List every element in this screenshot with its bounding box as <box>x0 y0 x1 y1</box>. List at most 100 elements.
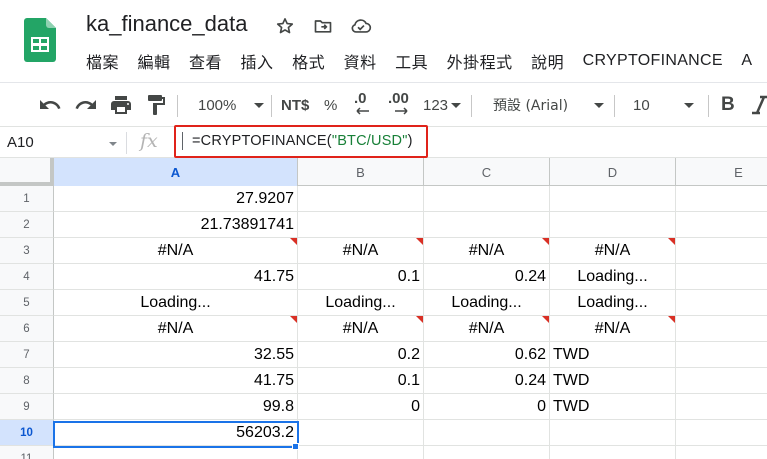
cell[interactable] <box>424 212 550 238</box>
cell[interactable] <box>424 186 550 212</box>
row-header[interactable]: 9 <box>0 394 54 420</box>
cell[interactable]: 56203.2 <box>54 420 298 446</box>
row-header[interactable]: 5 <box>0 290 54 316</box>
cell[interactable] <box>298 186 424 212</box>
error-indicator-icon[interactable] <box>542 316 549 323</box>
row-header[interactable]: 11 <box>0 446 54 459</box>
menu-addons[interactable]: 外掛程式 <box>447 49 513 73</box>
cell[interactable]: TWD <box>550 394 676 420</box>
cell[interactable] <box>676 238 767 264</box>
error-indicator-icon[interactable] <box>416 316 423 323</box>
cell[interactable] <box>550 212 676 238</box>
cell[interactable] <box>676 186 767 212</box>
cell[interactable] <box>298 420 424 446</box>
column-header-d[interactable]: D <box>550 158 676 186</box>
menu-format[interactable]: 格式 <box>292 49 325 73</box>
chevron-down-icon[interactable] <box>109 142 117 146</box>
cell[interactable]: 0.1 <box>298 264 424 290</box>
cell[interactable] <box>298 212 424 238</box>
menu-cryptofinance[interactable]: CRYPTOFINANCE <box>583 52 723 70</box>
row-header[interactable]: 10 <box>0 420 54 446</box>
bold-button[interactable]: B <box>721 91 735 119</box>
cell[interactable]: 0.1 <box>298 368 424 394</box>
cell[interactable] <box>54 446 298 459</box>
cell[interactable]: 0.62 <box>424 342 550 368</box>
print-icon[interactable] <box>109 91 133 119</box>
row-header[interactable]: 8 <box>0 368 54 394</box>
menu-view[interactable]: 查看 <box>189 49 222 73</box>
document-title[interactable]: ka_finance_data <box>86 11 247 37</box>
cell[interactable] <box>424 420 550 446</box>
cell[interactable] <box>676 290 767 316</box>
formula-input[interactable]: =CRYPTOFINANCE("BTC/USD") <box>174 125 428 158</box>
error-indicator-icon[interactable] <box>542 238 549 245</box>
fill-handle[interactable] <box>292 443 299 450</box>
font-family-select[interactable]: 預設 (Arial) <box>493 91 605 119</box>
cell[interactable]: 0.24 <box>424 264 550 290</box>
cell[interactable]: #N/A <box>424 316 550 342</box>
menu-data[interactable]: 資料 <box>344 49 377 73</box>
decrease-decimal-button[interactable]: .0 <box>354 91 370 119</box>
zoom-select[interactable]: 100% <box>198 91 265 119</box>
column-header-a[interactable]: A <box>54 158 298 186</box>
menu-help[interactable]: 說明 <box>531 49 564 73</box>
error-indicator-icon[interactable] <box>290 316 297 323</box>
cell[interactable]: Loading... <box>298 290 424 316</box>
menu-tools[interactable]: 工具 <box>395 49 428 73</box>
row-header[interactable]: 7 <box>0 342 54 368</box>
error-indicator-icon[interactable] <box>416 238 423 245</box>
cell[interactable]: 27.9207 <box>54 186 298 212</box>
cell[interactable] <box>676 394 767 420</box>
cell[interactable] <box>676 368 767 394</box>
error-indicator-icon[interactable] <box>290 238 297 245</box>
error-indicator-icon[interactable] <box>668 238 675 245</box>
row-header[interactable]: 4 <box>0 264 54 290</box>
cell[interactable]: #N/A <box>550 316 676 342</box>
sheets-logo-icon[interactable] <box>24 18 56 62</box>
cell[interactable] <box>424 446 550 459</box>
increase-decimal-button[interactable]: .00 <box>388 91 409 119</box>
cell[interactable]: 0 <box>298 394 424 420</box>
error-indicator-icon[interactable] <box>668 316 675 323</box>
menu-insert[interactable]: 插入 <box>241 49 274 73</box>
cell[interactable] <box>550 420 676 446</box>
paint-format-icon[interactable] <box>144 91 168 119</box>
cell[interactable] <box>676 264 767 290</box>
move-to-folder-icon[interactable] <box>310 13 336 39</box>
cell[interactable]: TWD <box>550 342 676 368</box>
cell[interactable]: 32.55 <box>54 342 298 368</box>
cell[interactable]: #N/A <box>54 316 298 342</box>
column-header-e[interactable]: E <box>676 158 767 186</box>
cloud-status-icon[interactable] <box>348 13 374 39</box>
menu-accessibility[interactable]: A <box>741 52 752 70</box>
column-header-b[interactable]: B <box>298 158 424 186</box>
more-formats-button[interactable]: 123 <box>423 91 462 119</box>
cell[interactable]: 0.2 <box>298 342 424 368</box>
percent-format-button[interactable]: % <box>324 91 337 119</box>
cell[interactable]: #N/A <box>424 238 550 264</box>
cell[interactable]: TWD <box>550 368 676 394</box>
cell[interactable] <box>676 446 767 459</box>
cell[interactable]: 41.75 <box>54 264 298 290</box>
cell[interactable] <box>676 316 767 342</box>
menu-file[interactable]: 檔案 <box>86 49 119 73</box>
cell[interactable]: #N/A <box>54 238 298 264</box>
cell[interactable] <box>676 212 767 238</box>
cell[interactable]: Loading... <box>550 264 676 290</box>
column-header-c[interactable]: C <box>424 158 550 186</box>
select-all-corner[interactable] <box>0 158 54 186</box>
cell[interactable] <box>676 420 767 446</box>
menu-edit[interactable]: 編輯 <box>138 49 171 73</box>
cell[interactable]: 99.8 <box>54 394 298 420</box>
redo-icon[interactable] <box>74 91 98 119</box>
cell[interactable]: #N/A <box>550 238 676 264</box>
cell[interactable] <box>298 446 424 459</box>
undo-icon[interactable] <box>38 91 62 119</box>
row-header[interactable]: 3 <box>0 238 54 264</box>
currency-format-button[interactable]: NT$ <box>281 91 309 119</box>
star-icon[interactable] <box>272 13 298 39</box>
cell[interactable]: 41.75 <box>54 368 298 394</box>
name-box[interactable]: A10 <box>7 134 34 151</box>
cell[interactable]: 0 <box>424 394 550 420</box>
cell[interactable]: 21.73891741 <box>54 212 298 238</box>
